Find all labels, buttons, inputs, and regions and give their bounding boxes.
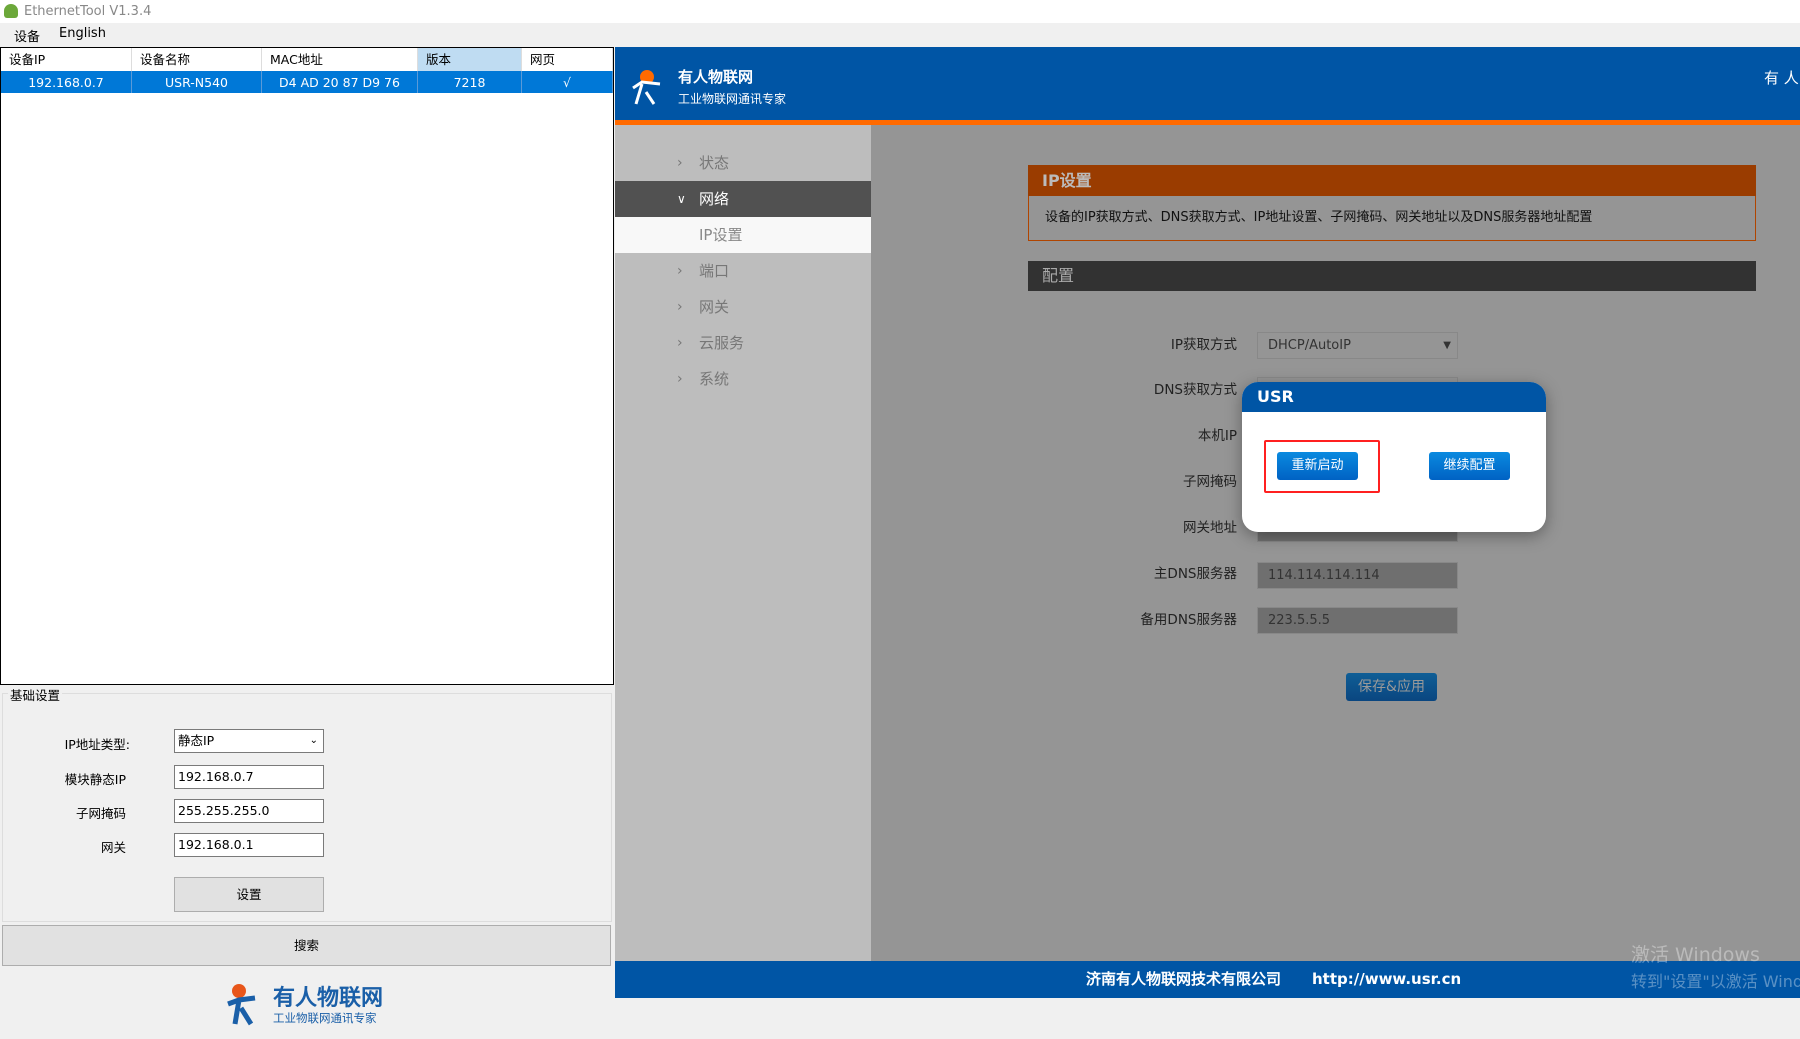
ip-mode-label: IP获取方式 bbox=[1170, 337, 1237, 353]
col-device-name[interactable]: 设备名称 bbox=[132, 48, 262, 71]
sidebar-item-port[interactable]: › 端口 bbox=[615, 253, 871, 289]
static-ip-input[interactable]: 192.168.0.7 bbox=[174, 765, 324, 789]
header-brand-name: 有人物联网 bbox=[678, 68, 754, 86]
gateway-input[interactable]: 192.168.0.1 bbox=[174, 833, 324, 857]
mask-input[interactable]: 255.255.255.0 bbox=[174, 799, 324, 823]
chevron-right-icon: › bbox=[677, 299, 683, 315]
col-device-ip[interactable]: 设备IP bbox=[1, 48, 132, 71]
set-button[interactable]: 设置 bbox=[174, 877, 324, 912]
header-right-text: 有 人 bbox=[1764, 69, 1799, 87]
chevron-down-icon: ∨ bbox=[677, 192, 686, 206]
menu-device[interactable]: 设备 bbox=[14, 26, 40, 45]
cell-mac: D4 AD 20 87 D9 76 bbox=[262, 71, 418, 93]
sidebar-item-status[interactable]: › 状态 bbox=[615, 145, 871, 181]
continue-config-button[interactable]: 继续配置 bbox=[1429, 452, 1510, 480]
sidebar-label: 网关 bbox=[699, 298, 730, 316]
dns-mode-label: DNS获取方式 bbox=[1153, 382, 1237, 398]
brand-logo: 有人物联网 工业物联网通讯专家 bbox=[225, 982, 383, 1030]
ip-mode-select[interactable]: DHCP/AutoIP ▼ bbox=[1257, 332, 1458, 359]
sidebar-item-cloud[interactable]: › 云服务 bbox=[615, 325, 871, 361]
search-button[interactable]: 搜索 bbox=[2, 925, 611, 966]
sidebar-label: 云服务 bbox=[699, 334, 745, 352]
sidebar-item-network[interactable]: ∨ 网络 bbox=[615, 181, 871, 217]
restart-dialog: USR 重新启动 继续配置 bbox=[1242, 382, 1546, 532]
dialog-title: USR bbox=[1242, 382, 1546, 412]
ip-type-label: IP地址类型: bbox=[64, 737, 130, 752]
chevron-right-icon: › bbox=[677, 371, 683, 387]
sidebar-label: 状态 bbox=[699, 154, 730, 172]
col-web[interactable]: 网页 bbox=[522, 48, 613, 71]
chevron-right-icon: › bbox=[677, 155, 683, 171]
sidebar-item-gateway[interactable]: › 网关 bbox=[615, 289, 871, 325]
cell-name: USR-N540 bbox=[132, 71, 262, 93]
footer-url[interactable]: http://www.usr.cn bbox=[1312, 961, 1461, 998]
device-table[interactable]: 设备IP 设备名称 MAC地址 版本 网页 192.168.0.7 USR-N5… bbox=[0, 47, 614, 685]
sidebar-item-system[interactable]: › 系统 bbox=[615, 361, 871, 397]
chevron-down-icon: ⌄ bbox=[309, 735, 318, 746]
dns1-label: 主DNS服务器 bbox=[1153, 566, 1237, 582]
brand-slogan: 工业物联网通讯专家 bbox=[273, 1011, 377, 1025]
section-description: 设备的IP获取方式、DNS获取方式、IP地址设置、子网掩码、网关地址以及DNS服… bbox=[1028, 196, 1756, 241]
sidebar-label: IP设置 bbox=[699, 226, 743, 244]
sidebar: › 状态 ∨ 网络 IP设置 › 端口 › 网关 › 云服务 › 系统 bbox=[615, 125, 871, 961]
header-brand-slogan: 工业物联网通讯专家 bbox=[678, 92, 787, 106]
brand-mascot-icon bbox=[227, 984, 256, 1026]
dropdown-arrow-icon: ▼ bbox=[1443, 340, 1451, 351]
config-title: 配置 bbox=[1028, 261, 1756, 291]
mask-label: 子网掩码 bbox=[75, 806, 126, 821]
sidebar-label: 网络 bbox=[699, 190, 730, 208]
basic-settings-title: 基础设置 bbox=[8, 685, 63, 704]
footer-company: 济南有人物联网技术有限公司 bbox=[1086, 970, 1282, 988]
gateway-label: 网关 bbox=[100, 840, 126, 855]
col-mac[interactable]: MAC地址 bbox=[262, 48, 418, 71]
local-ip-label: 本机IP bbox=[1197, 428, 1237, 444]
gateway-address-label: 网关地址 bbox=[1183, 520, 1237, 536]
windows-watermark-line1: 激活 Windows bbox=[1631, 944, 1760, 966]
sidebar-item-ip-settings[interactable]: IP设置 bbox=[615, 217, 871, 253]
cell-ip: 192.168.0.7 bbox=[1, 71, 132, 93]
cell-version: 7218 bbox=[418, 71, 522, 93]
footer: 济南有人物联网技术有限公司 http://www.usr.cn bbox=[615, 961, 1800, 998]
sidebar-label: 端口 bbox=[699, 262, 730, 280]
dns2-label: 备用DNS服务器 bbox=[1140, 612, 1237, 628]
title-bar: EthernetTool V1.3.4 bbox=[0, 0, 1800, 23]
app-icon bbox=[4, 4, 18, 18]
cell-web: √ bbox=[522, 71, 613, 93]
dns1-input[interactable]: 114.114.114.114 bbox=[1257, 562, 1458, 589]
web-header: 有人物联网 工业物联网通讯专家 有 人 bbox=[615, 47, 1800, 120]
col-version[interactable]: 版本 bbox=[418, 48, 522, 71]
chevron-right-icon: › bbox=[677, 263, 683, 279]
ip-mode-value: DHCP/AutoIP bbox=[1268, 338, 1351, 353]
windows-watermark-line2: 转到"设置"以激活 Windows bbox=[1631, 972, 1800, 991]
dns2-input[interactable]: 223.5.5.5 bbox=[1257, 607, 1458, 634]
ip-type-select[interactable]: 静态IP ⌄ bbox=[174, 729, 324, 753]
section-title: IP设置 bbox=[1028, 165, 1756, 196]
ip-type-value: 静态IP bbox=[178, 733, 215, 748]
subnet-mask-label: 子网掩码 bbox=[1183, 474, 1237, 490]
window-title: EthernetTool V1.3.4 bbox=[24, 4, 152, 19]
brand-name: 有人物联网 bbox=[273, 986, 384, 1011]
menu-english[interactable]: English bbox=[59, 26, 106, 41]
menu-bar: 设备 English bbox=[0, 23, 614, 47]
save-apply-button[interactable]: 保存&应用 bbox=[1346, 673, 1437, 701]
sidebar-label: 系统 bbox=[699, 370, 730, 388]
restart-button[interactable]: 重新启动 bbox=[1277, 452, 1358, 480]
brand-mascot-icon bbox=[632, 70, 661, 105]
content-area bbox=[871, 125, 1800, 961]
static-ip-label: 模块静态IP bbox=[64, 772, 126, 787]
chevron-right-icon: › bbox=[677, 335, 683, 351]
